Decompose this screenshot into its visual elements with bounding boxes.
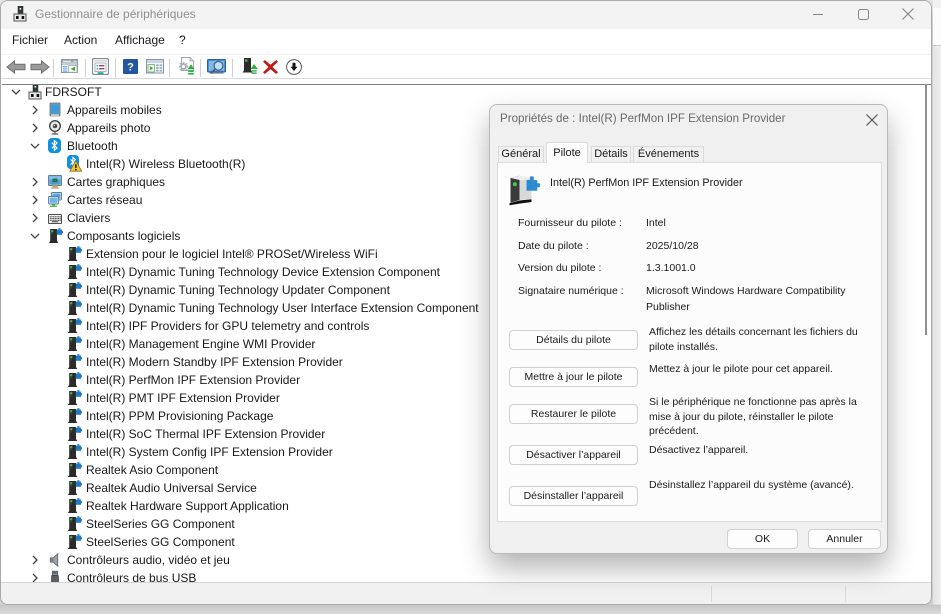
svg-text:?: ? bbox=[127, 62, 134, 74]
